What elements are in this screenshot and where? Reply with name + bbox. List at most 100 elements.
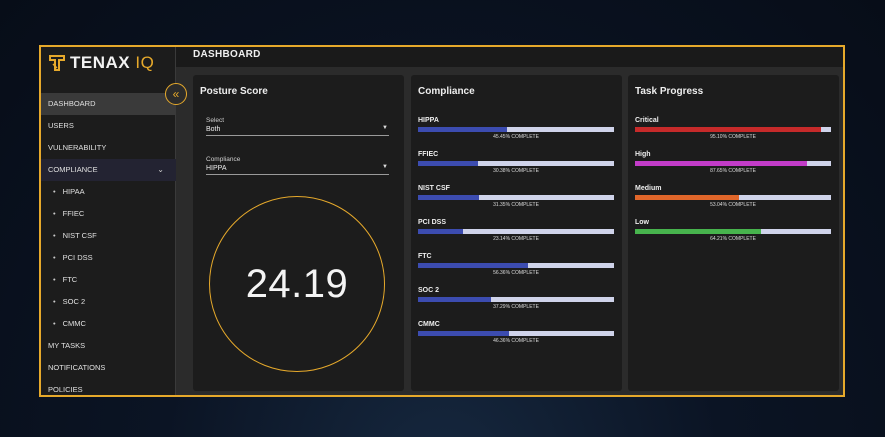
progress-fill bbox=[635, 127, 822, 132]
progress-label: High bbox=[635, 151, 651, 158]
task-progress-item[interactable]: Low 64.21% COMPLETE bbox=[635, 219, 831, 253]
progress-fill bbox=[418, 127, 508, 132]
sidebar-item-users[interactable]: USERS bbox=[41, 115, 176, 137]
progress-label: Medium bbox=[635, 185, 662, 192]
caret-down-icon: ▼ bbox=[382, 164, 388, 170]
field-label: Compliance bbox=[206, 156, 241, 163]
progress-label: CMMC bbox=[418, 321, 440, 328]
progress-percent-text: 46.36% COMPLETE bbox=[493, 338, 539, 344]
progress-percent-text: 37.29% COMPLETE bbox=[493, 304, 539, 310]
progress-track bbox=[418, 331, 614, 336]
task-progress-list: Critical 95.10% COMPLETE High 87.65% COMPLE… bbox=[635, 117, 831, 253]
compliance-card: Compliance HIPPA 45.45% COMPLETE FFIEC 30.3… bbox=[411, 75, 622, 391]
sidebar-item-policies[interactable]: POLICIES bbox=[41, 379, 176, 395]
compliance-progress-item[interactable]: FFIEC 30.38% COMPLETE bbox=[418, 151, 614, 185]
sidebar-item-nist-csf[interactable]: NIST CSF bbox=[41, 225, 176, 247]
score-gauge: 24.19 bbox=[209, 196, 385, 372]
sidebar-item-label: VULNERABILITY bbox=[48, 143, 107, 152]
field-value: Both bbox=[206, 126, 221, 133]
compliance-progress-item[interactable]: PCI DSS 23.14% COMPLETE bbox=[418, 219, 614, 253]
compliance-progress-item[interactable]: HIPPA 45.45% COMPLETE bbox=[418, 117, 614, 151]
task-progress-card: Task Progress Critical 95.10% COMPLETE Hig… bbox=[628, 75, 839, 391]
progress-percent-text: 87.65% COMPLETE bbox=[710, 168, 756, 174]
sidebar-item-label: MY TASKS bbox=[48, 341, 86, 350]
collapse-sidebar-button[interactable]: « bbox=[165, 83, 187, 105]
sidebar-item-notifications[interactable]: NOTIFICATIONS bbox=[41, 357, 176, 379]
sidebar-item-label: FTC bbox=[62, 275, 78, 284]
progress-percent-text: 30.38% COMPLETE bbox=[493, 168, 539, 174]
sidebar-item-label: SOC 2 bbox=[62, 297, 86, 306]
progress-label: HIPPA bbox=[418, 117, 439, 124]
card-title: Task Progress bbox=[635, 86, 704, 97]
double-chevron-left-icon: « bbox=[172, 87, 180, 101]
compliance-progress-item[interactable]: SOC 2 37.29% COMPLETE bbox=[418, 287, 614, 321]
sidebar-item-label: COMPLIANCE bbox=[48, 165, 98, 174]
sidebar-item-dashboard[interactable]: DASHBOARD bbox=[41, 93, 176, 115]
card-title: Posture Score bbox=[200, 86, 268, 97]
sidebar-item-ftc[interactable]: FTC bbox=[41, 269, 176, 291]
task-progress-item[interactable]: Medium 53.04% COMPLETE bbox=[635, 185, 831, 219]
card-title: Compliance bbox=[418, 86, 475, 97]
sidebar-item-cmmc[interactable]: CMMC bbox=[41, 313, 176, 335]
sidebar-item-pci-dss[interactable]: PCI DSS bbox=[41, 247, 176, 269]
sidebar-item-vulnerability[interactable]: VULNERABILITY bbox=[41, 137, 176, 159]
sidebar-item-ffiec[interactable]: FFIEC bbox=[41, 203, 176, 225]
progress-track bbox=[635, 195, 831, 200]
sidebar-item-label: HIPAA bbox=[62, 187, 85, 196]
progress-track bbox=[418, 263, 614, 268]
caret-down-icon: ▼ bbox=[382, 125, 388, 131]
field-label: Select bbox=[206, 117, 225, 124]
task-progress-item[interactable]: Critical 95.10% COMPLETE bbox=[635, 117, 831, 151]
select-dropdown[interactable]: Select Both ▼ bbox=[206, 117, 389, 136]
brand-name: TENAX IQ bbox=[70, 53, 155, 72]
task-progress-item[interactable]: High 87.65% COMPLETE bbox=[635, 151, 831, 185]
progress-percent-text: 23.14% COMPLETE bbox=[493, 236, 539, 242]
sidebar-item-label: DASHBOARD bbox=[48, 99, 96, 108]
progress-percent-text: 95.10% COMPLETE bbox=[710, 134, 756, 140]
sidebar-item-label: FFIEC bbox=[62, 209, 85, 218]
sidebar-item-label: USERS bbox=[48, 121, 74, 130]
progress-fill bbox=[418, 161, 478, 166]
progress-track bbox=[635, 127, 831, 132]
sidebar-item-label: PCI DSS bbox=[62, 253, 93, 262]
progress-fill bbox=[635, 229, 761, 234]
progress-track bbox=[418, 229, 614, 234]
sidebar-item-label: POLICIES bbox=[48, 385, 83, 394]
progress-label: Low bbox=[635, 219, 649, 226]
progress-label: FFIEC bbox=[418, 151, 439, 158]
sidebar-nav: DASHBOARD USERS VULNERABILITY COMPLIANCE… bbox=[41, 93, 176, 395]
progress-fill bbox=[635, 195, 739, 200]
sidebar-item-label: NOTIFICATIONS bbox=[48, 363, 106, 372]
top-bar: DASHBOARD bbox=[176, 47, 843, 67]
progress-percent-text: 64.21% COMPLETE bbox=[710, 236, 756, 242]
progress-track bbox=[418, 195, 614, 200]
sidebar-item-label: CMMC bbox=[62, 319, 86, 328]
chevron-down-icon: ⌄ bbox=[157, 165, 164, 174]
progress-fill bbox=[418, 195, 480, 200]
progress-label: Critical bbox=[635, 117, 659, 124]
progress-fill bbox=[635, 161, 807, 166]
compliance-progress-list: HIPPA 45.45% COMPLETE FFIEC 30.38% COMPLETE… bbox=[418, 117, 614, 355]
app-window: TENAX IQ DASHBOARD USERS VULNERABILITY C… bbox=[39, 45, 845, 397]
compliance-progress-item[interactable]: CMMC 46.36% COMPLETE bbox=[418, 321, 614, 355]
progress-track bbox=[635, 229, 831, 234]
sidebar-item-compliance[interactable]: COMPLIANCE ⌄ bbox=[41, 159, 176, 181]
progress-track bbox=[418, 161, 614, 166]
sidebar-item-hipaa[interactable]: HIPAA bbox=[41, 181, 176, 203]
progress-percent-text: 53.04% COMPLETE bbox=[710, 202, 756, 208]
progress-track bbox=[418, 297, 614, 302]
sidebar-item-soc-2[interactable]: SOC 2 bbox=[41, 291, 176, 313]
progress-label: SOC 2 bbox=[418, 287, 440, 294]
compliance-dropdown[interactable]: Compliance HIPPA ▼ bbox=[206, 156, 389, 175]
field-value: HIPPA bbox=[206, 165, 227, 172]
progress-fill bbox=[418, 263, 529, 268]
progress-label: NIST CSF bbox=[418, 185, 450, 192]
brand-logo[interactable]: TENAX IQ bbox=[48, 53, 154, 73]
compliance-progress-item[interactable]: NIST CSF 31.35% COMPLETE bbox=[418, 185, 614, 219]
progress-percent-text: 45.45% COMPLETE bbox=[493, 134, 539, 140]
compliance-progress-item[interactable]: FTC 56.36% COMPLETE bbox=[418, 253, 614, 287]
progress-percent-text: 31.35% COMPLETE bbox=[493, 202, 539, 208]
sidebar-item-my-tasks[interactable]: MY TASKS bbox=[41, 335, 176, 357]
progress-label: FTC bbox=[418, 253, 432, 260]
posture-score-value: 24.19 bbox=[245, 261, 349, 306]
